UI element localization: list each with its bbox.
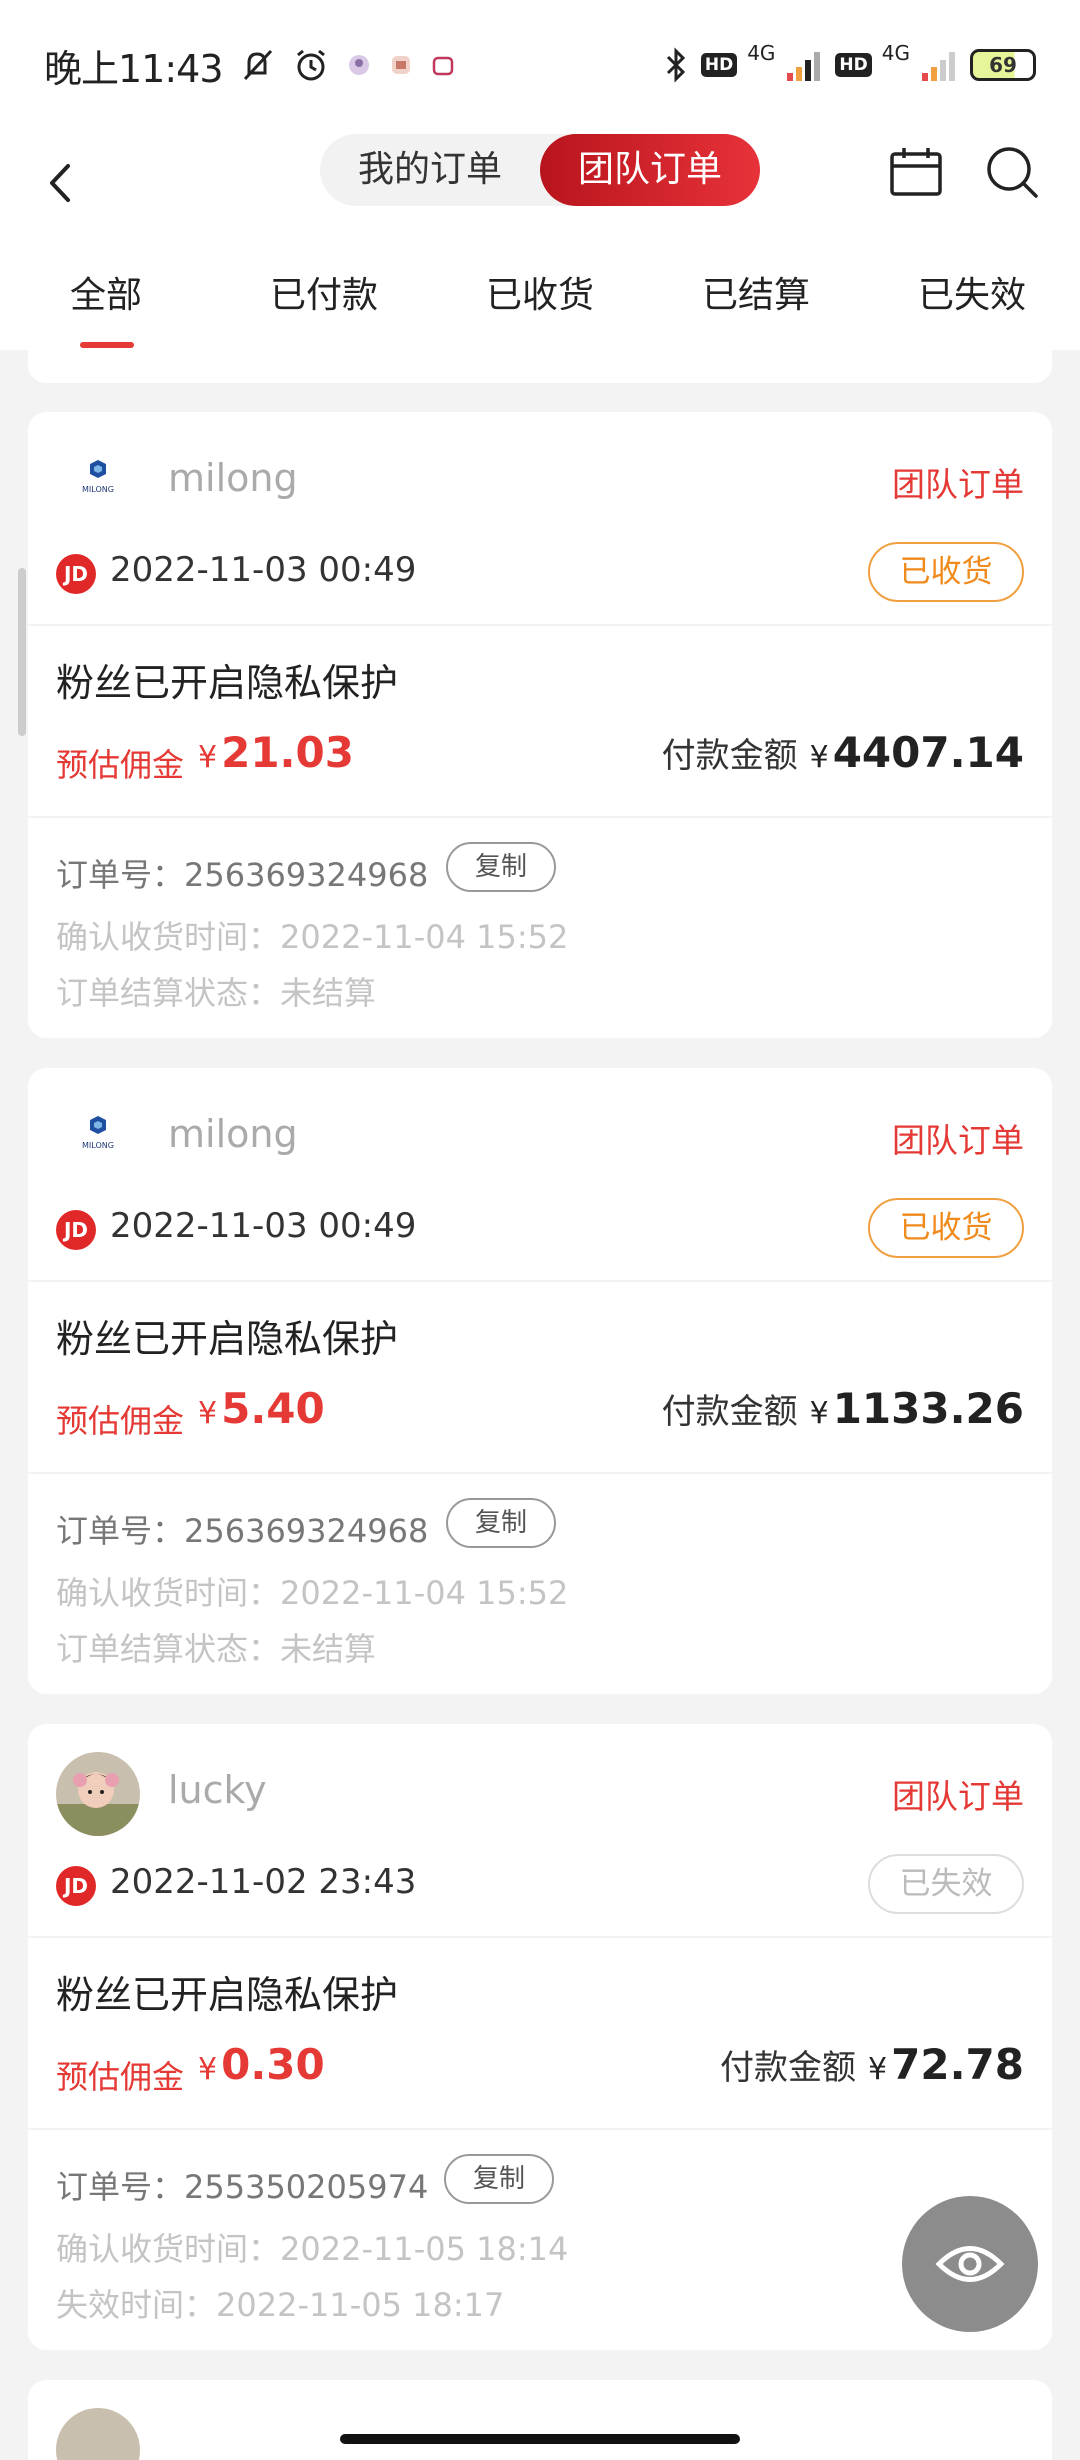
bluetooth-icon [666,47,685,83]
commission-value: ¥5.40 [198,1384,325,1433]
status-time: 晚上11:43 [44,46,224,91]
team-order-tag: 团队订单 [892,1121,1024,1160]
invalid-time: 失效时间：2022-11-05 18:17 [56,2286,505,2324]
confirm-receipt-time: 确认收货时间：2022-11-04 15:52 [56,918,569,956]
app-notification-icon [432,56,453,76]
confirm-receipt-time: 确认收货时间：2022-11-04 15:52 [56,1574,569,1612]
commission-label: 预估佣金 [56,746,185,784]
order-card-partial[interactable] [28,2380,1052,2460]
avatar: MILONG [56,1096,140,1180]
divider [28,1472,1052,1474]
settlement-status: 订单结算状态：未结算 [56,1630,377,1668]
divider [28,1936,1052,1938]
avatar [56,2408,140,2460]
signal-icon [787,52,821,81]
app-notification-icon [348,55,369,75]
privacy-toggle-button[interactable] [902,2196,1038,2332]
divider [28,1280,1052,1282]
milong-logo-icon: MILONG [56,440,140,524]
order-card-partial [28,350,1052,383]
home-indicator[interactable] [340,2434,740,2444]
app-notification-icon [391,56,410,74]
status-badge: 已收货 [868,542,1024,602]
status-bar: 晚上11:43 HD 4G HD 4G 69 [0,0,1080,130]
avatar [56,1752,140,1836]
jd-platform-icon: JD [56,1210,96,1250]
username: milong [168,456,298,500]
commission-label: 预估佣金 [56,1402,185,1440]
status-system-icons: HD 4G HD 4G 69 [661,41,1036,85]
hd-badge: HD [835,53,872,77]
avatar: MILONG [56,440,140,524]
order-card[interactable]: MILONG milong 团队订单 JD 2022-11-03 00:49 已… [28,412,1052,1038]
status-badge: 已失效 [868,1854,1024,1914]
eye-icon [935,2246,1005,2282]
calendar-icon[interactable] [886,142,946,202]
commission-value: ¥0.30 [198,2040,325,2089]
milong-logo-text: MILONG [82,485,114,494]
divider [28,816,1052,818]
battery-icon: 69 [970,49,1036,81]
segment-my-orders[interactable]: 我的订单 [320,134,540,206]
settlement-status: 订单结算状态：未结算 [56,974,377,1012]
username: lucky [168,1768,267,1812]
payment-amount: 付款金额 ¥4407.14 [661,728,1024,777]
divider [28,2128,1052,2130]
status-badge: 已收货 [868,1198,1024,1258]
order-title: 粉丝已开启隐私保护 [56,661,399,705]
status-tabs: 全部 已付款 已收货 已结算 已失效 [0,240,1080,350]
commission-value: ¥21.03 [198,728,354,777]
team-order-tag: 团队订单 [892,465,1024,504]
jd-platform-icon: JD [56,1866,96,1906]
tab-invalid[interactable]: 已失效 [918,266,1026,318]
tab-settled[interactable]: 已结算 [702,266,810,318]
username: milong [168,1112,298,1156]
order-datetime: 2022-11-03 00:49 [110,1206,417,1246]
order-card[interactable]: lucky 团队订单 JD 2022-11-02 23:43 已失效 粉丝已开启… [28,1724,1052,2350]
hd-badge: HD [700,53,738,77]
network-type: 4G [881,41,910,65]
order-number: 订单号：256369324968 [56,1512,429,1550]
network-type: 4G [747,41,776,65]
tab-all[interactable]: 全部 [70,266,142,318]
copy-button[interactable]: 复制 [446,1498,556,1548]
order-title: 粉丝已开启隐私保护 [56,1973,399,2017]
order-title: 粉丝已开启隐私保护 [56,1317,399,1361]
order-type-segment: 我的订单 团队订单 [320,134,760,206]
mute-icon [243,49,272,81]
tab-paid[interactable]: 已付款 [270,266,378,318]
order-card[interactable]: MILONG milong 团队订单 JD 2022-11-03 00:49 已… [28,1068,1052,1694]
milong-logo-icon: MILONG [56,1096,140,1180]
signal-icon [922,52,955,81]
child-photo-avatar [56,1752,140,1836]
divider [28,624,1052,626]
confirm-receipt-time: 确认收货时间：2022-11-05 18:14 [56,2230,569,2268]
status-notification-icons [237,45,457,85]
tab-indicator [80,342,134,348]
order-number: 订单号：255350205974 [56,2168,429,2206]
scroll-indicator [18,568,26,736]
tab-received[interactable]: 已收货 [486,266,594,318]
copy-button[interactable]: 复制 [444,2154,554,2204]
jd-platform-icon: JD [56,554,96,594]
order-number: 订单号：256369324968 [56,856,429,894]
order-datetime: 2022-11-03 00:49 [110,550,417,590]
order-list[interactable]: MILONG milong 团队订单 JD 2022-11-03 00:49 已… [0,350,1080,2460]
segment-team-orders[interactable]: 团队订单 [540,134,760,206]
order-datetime: 2022-11-02 23:43 [110,1862,417,1902]
milong-logo-text: MILONG [82,1141,114,1150]
alarm-icon [296,49,325,81]
payment-amount: 付款金额 ¥1133.26 [661,1384,1024,1433]
header: 我的订单 团队订单 [0,130,1080,240]
commission-label: 预估佣金 [56,2058,185,2096]
back-icon[interactable] [38,158,88,208]
payment-amount: 付款金额 ¥72.78 [720,2040,1024,2089]
copy-button[interactable]: 复制 [446,842,556,892]
team-order-tag: 团队订单 [892,1777,1024,1816]
search-icon[interactable] [982,142,1042,202]
